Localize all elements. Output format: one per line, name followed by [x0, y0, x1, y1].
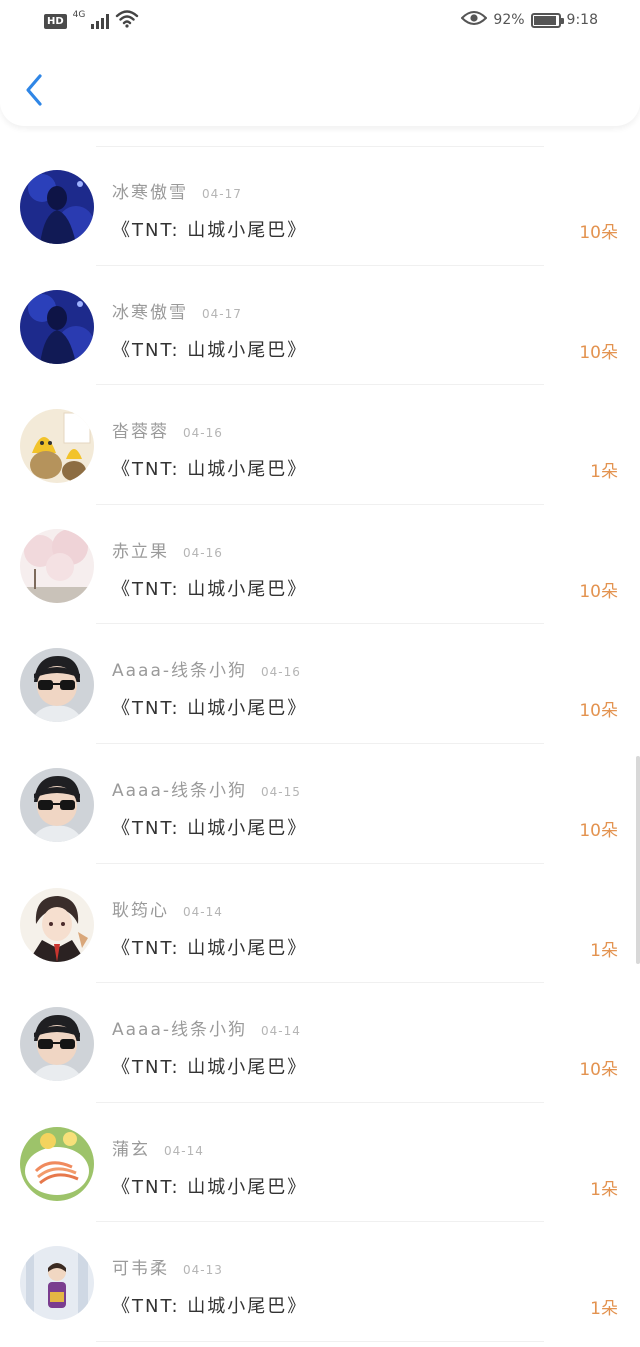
list-item[interactable]: 蒲玄 04-14 《TNT: 山城小尾巴》 1朵 — [0, 1103, 640, 1223]
user-name-text: Aaaa-线条小狗 — [112, 780, 248, 801]
record-date: 04-14 — [164, 1143, 204, 1158]
divider — [96, 1340, 544, 1342]
record-date: 04-17 — [202, 187, 242, 201]
top-bar: HD 4G 92% 9:18 — [0, 0, 640, 126]
status-bar: HD 4G 92% 9:18 — [0, 0, 640, 44]
gift-title: 《TNT: 山城小尾巴》 — [112, 1176, 308, 1198]
user-name: 可韦柔 04-13 — [112, 1254, 223, 1279]
flower-count: 1朵 — [590, 1179, 618, 1200]
gift-title: 《TNT: 山城小尾巴》 — [112, 578, 308, 600]
record-date: 04-14 — [183, 904, 223, 919]
gift-title: 《TNT: 山城小尾巴》 — [112, 817, 308, 839]
user-name-text: 耿筠心 — [112, 900, 169, 921]
chevron-left-icon — [26, 74, 42, 106]
record-date: 04-16 — [183, 545, 223, 560]
flower-count: 10朵 — [579, 342, 618, 363]
record-date: 04-17 — [202, 306, 242, 321]
gift-title: 《TNT: 山城小尾巴》 — [112, 698, 308, 720]
user-name-text: Aaaa-线条小狗 — [112, 661, 248, 682]
flower-count: 10朵 — [579, 820, 618, 841]
record-date: 04-16 — [261, 665, 301, 680]
flower-count: 10朵 — [579, 223, 618, 243]
signal-icon — [91, 13, 110, 29]
user-name: Aaaa-线条小狗 04-16 — [112, 656, 301, 681]
user-name-text: 沓蓉蓉 — [112, 422, 169, 443]
user-name-text: 冰寒傲雪 — [112, 183, 188, 203]
hd-badge: HD — [44, 13, 67, 29]
list-item[interactable]: Aaaa-线条小狗 04-14 《TNT: 山城小尾巴》 10朵 — [0, 983, 640, 1103]
eye-icon — [461, 10, 488, 30]
avatar-dark-blue-stage[interactable] — [20, 289, 94, 364]
avatar-food-plate[interactable] — [20, 1126, 94, 1201]
list-item[interactable]: Aaaa-线条小狗 04-16 《TNT: 山城小尾巴》 10朵 — [0, 624, 640, 744]
avatar-yellow-toy[interactable] — [20, 409, 94, 484]
back-button[interactable] — [18, 70, 50, 110]
user-name-text: 冰寒傲雪 — [112, 302, 188, 323]
flower-count: 10朵 — [579, 581, 618, 602]
list-item[interactable]: 沓蓉蓉 04-16 《TNT: 山城小尾巴》 1朵 — [0, 385, 640, 505]
gift-title: 《TNT: 山城小尾巴》 — [112, 220, 308, 241]
record-date: 04-16 — [183, 426, 223, 441]
avatar-boy-sunglasses[interactable] — [20, 1007, 94, 1082]
list-item[interactable]: 耿筠心 04-14 《TNT: 山城小尾巴》 1朵 — [0, 864, 640, 984]
record-date: 04-13 — [183, 1263, 223, 1278]
status-left: HD 4G — [44, 10, 139, 32]
gift-title: 《TNT: 山城小尾巴》 — [112, 339, 308, 361]
avatar-anime-character[interactable] — [20, 887, 94, 962]
record-date: 04-14 — [261, 1024, 301, 1039]
flower-count: 1朵 — [590, 1299, 618, 1320]
user-name: 蒲玄 04-14 — [112, 1135, 204, 1160]
user-name: Aaaa-线条小狗 04-15 — [112, 776, 301, 801]
network-label: 4G — [72, 10, 86, 20]
list-item[interactable]: Aaaa-线条小狗 04-15 《TNT: 山城小尾巴》 10朵 — [0, 744, 640, 864]
flower-count: 1朵 — [590, 940, 618, 961]
user-name: 冰寒傲雪 04-17 — [112, 298, 242, 323]
user-name-text: 蒲玄 — [112, 1139, 150, 1160]
flower-count: 1朵 — [590, 462, 618, 483]
user-name: 沓蓉蓉 04-16 — [112, 417, 223, 442]
scrollbar[interactable] — [636, 756, 640, 964]
flower-count: 10朵 — [579, 1060, 618, 1081]
clock: 9:18 — [566, 12, 598, 28]
list-item[interactable]: 冰寒傲雪 04-17 《TNT: 山城小尾巴》 10朵 — [0, 266, 640, 386]
list-item[interactable]: 可韦柔 04-13 《TNT: 山城小尾巴》 1朵 — [0, 1222, 640, 1342]
gift-title: 《TNT: 山城小尾巴》 — [112, 1296, 308, 1318]
list-item[interactable]: 冰寒傲雪 04-17 《TNT: 山城小尾巴》 10朵 — [0, 146, 640, 266]
list-item[interactable]: 赤立果 04-16 《TNT: 山城小尾巴》 10朵 — [0, 505, 640, 625]
battery-percent: 92% — [493, 12, 525, 28]
gift-title: 《TNT: 山城小尾巴》 — [112, 1057, 308, 1079]
avatar-winter-figure[interactable] — [20, 1246, 94, 1321]
user-name-text: 可韦柔 — [112, 1259, 169, 1280]
status-right: 92% 9:18 — [461, 10, 598, 30]
user-name-text: Aaaa-线条小狗 — [112, 1020, 248, 1041]
user-name: 耿筠心 04-14 — [112, 896, 223, 921]
user-name: Aaaa-线条小狗 04-14 — [112, 1015, 301, 1040]
avatar-boy-sunglasses[interactable] — [20, 767, 94, 842]
user-name: 冰寒傲雪 04-17 — [112, 178, 242, 203]
flower-count: 10朵 — [579, 701, 618, 722]
gift-title: 《TNT: 山城小尾巴》 — [112, 937, 308, 959]
record-date: 04-15 — [261, 784, 301, 799]
wifi-icon — [115, 10, 139, 32]
avatar-pink-blossom[interactable] — [20, 528, 94, 603]
avatar-dark-blue-stage[interactable] — [20, 170, 94, 244]
gift-title: 《TNT: 山城小尾巴》 — [112, 459, 308, 481]
gift-record-list: 冰寒傲雪 04-17 《TNT: 山城小尾巴》 10朵 冰寒傲雪 04-17 《TN… — [0, 146, 640, 1342]
user-name: 赤立果 04-16 — [112, 537, 223, 562]
user-name-text: 赤立果 — [112, 541, 169, 562]
battery-icon — [530, 12, 564, 28]
avatar-boy-sunglasses[interactable] — [20, 648, 94, 723]
